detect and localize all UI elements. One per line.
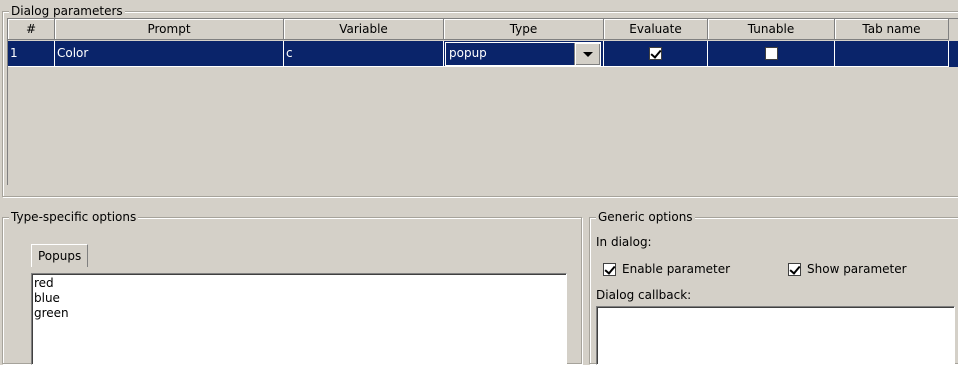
header-tunable[interactable]: Tunable (708, 19, 835, 40)
evaluate-checkbox[interactable] (649, 47, 662, 60)
cell-index[interactable]: 1 (8, 41, 55, 67)
header-prompt[interactable]: Prompt (55, 19, 284, 40)
cell-tunable (708, 41, 835, 67)
dialog-callback-label: Dialog callback: (596, 288, 692, 302)
cell-prompt[interactable]: Color (55, 41, 284, 67)
type-dropdown[interactable]: popup (445, 42, 601, 66)
tunable-checkbox[interactable] (764, 47, 778, 60)
header-tab-name[interactable]: Tab name (835, 19, 949, 40)
header-index[interactable]: # (8, 19, 55, 40)
parameters-table: # Prompt Variable Type Evaluate Tunable … (7, 18, 958, 185)
dialog-parameters-title: Dialog parameters (9, 4, 125, 18)
list-item[interactable]: blue (32, 291, 566, 306)
type-dropdown-value: popup (449, 46, 487, 60)
cell-variable[interactable]: c (284, 41, 444, 67)
dropdown-arrow-button[interactable] (574, 43, 600, 65)
enable-parameter-option: Enable parameter (603, 262, 730, 276)
dialog-callback-input[interactable] (596, 306, 955, 365)
cell-type: popup (444, 41, 604, 67)
popups-list[interactable]: red blue green (31, 273, 567, 365)
show-parameter-checkbox[interactable] (788, 262, 801, 276)
tab-popups[interactable]: Popups (31, 244, 89, 267)
table-row[interactable]: 1 Color c popup (8, 41, 958, 67)
type-specific-options-title: Type-specific options (9, 210, 139, 224)
header-evaluate[interactable]: Evaluate (604, 19, 708, 40)
in-dialog-label: In dialog: (596, 235, 652, 249)
enable-parameter-checkbox[interactable] (603, 262, 616, 276)
list-item[interactable]: green (32, 306, 566, 321)
list-item[interactable]: red (32, 274, 566, 291)
enable-parameter-label[interactable]: Enable parameter (622, 262, 730, 276)
show-parameter-option: Show parameter (788, 262, 907, 276)
show-parameter-label[interactable]: Show parameter (807, 262, 907, 276)
generic-options-title: Generic options (596, 210, 695, 224)
header-type[interactable]: Type (444, 19, 604, 40)
chevron-down-icon (582, 51, 593, 57)
header-variable[interactable]: Variable (284, 19, 444, 40)
cell-tab-name[interactable] (835, 41, 949, 67)
cell-evaluate (604, 41, 708, 67)
table-header: # Prompt Variable Type Evaluate Tunable … (8, 19, 958, 41)
